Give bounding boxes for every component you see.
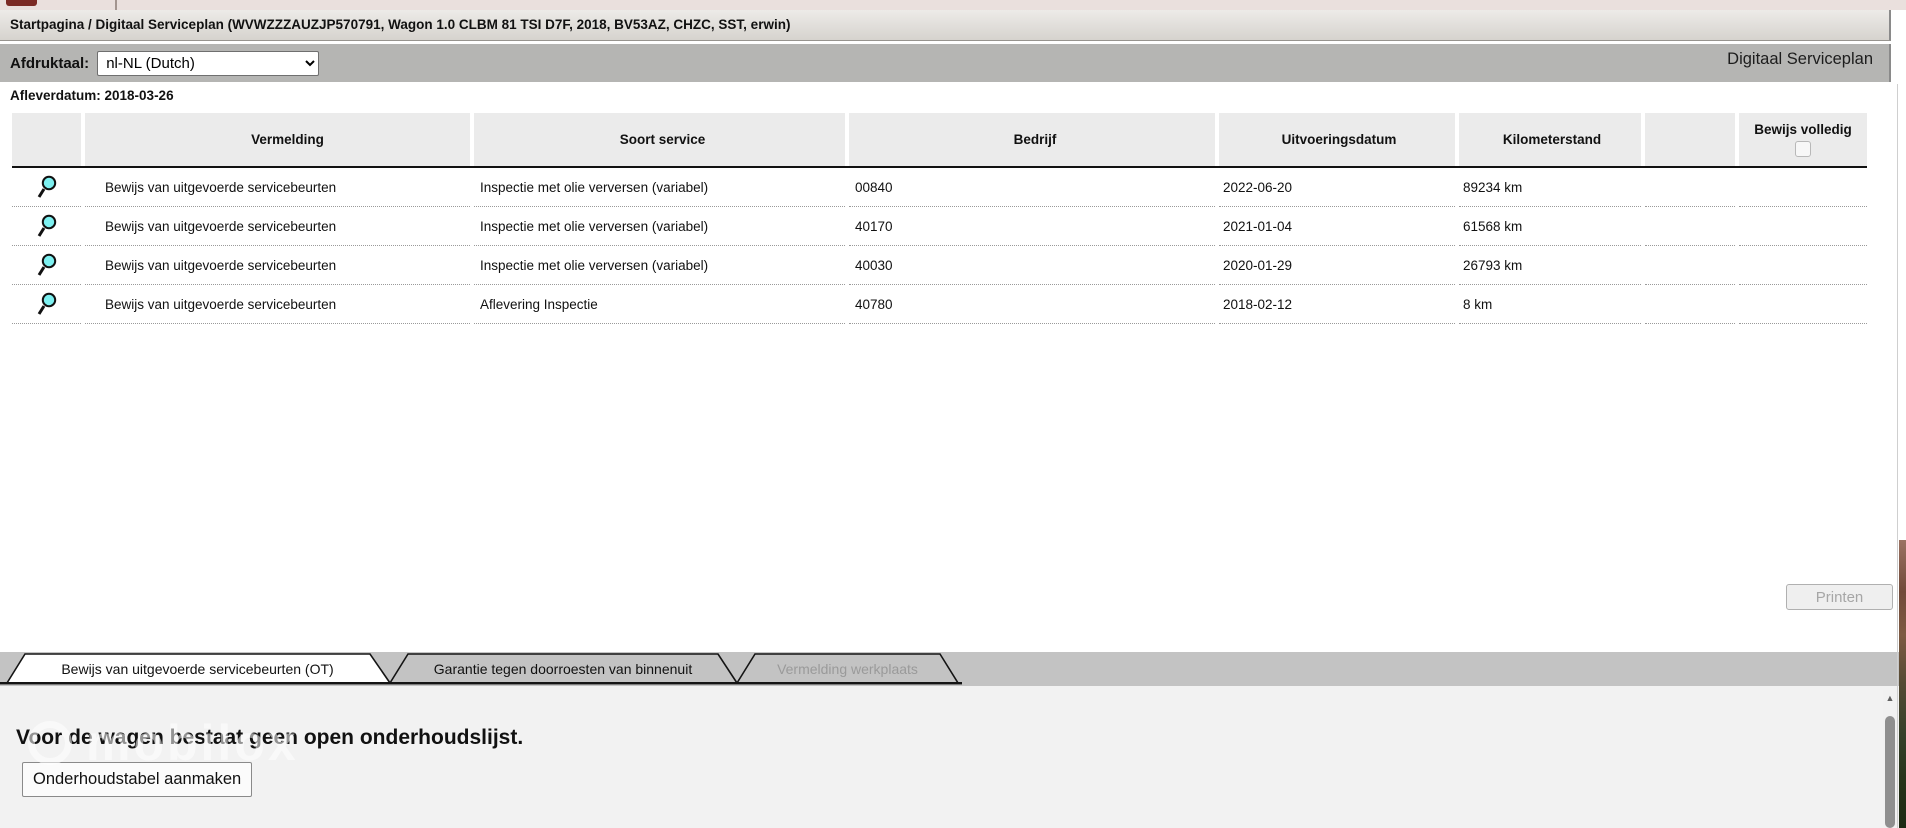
header-vermelding: Vermelding: [85, 113, 470, 166]
browser-strip-divider: [115, 0, 117, 10]
cell-empty: [1645, 168, 1735, 207]
header-bewijs-volledig: Bewijs volledig: [1739, 113, 1867, 166]
triangle-up-icon[interactable]: ▲: [1883, 690, 1897, 706]
cell-datum: 2022-06-20: [1219, 168, 1455, 207]
cell-empty: [1739, 285, 1867, 324]
panel-scrollbar[interactable]: ▲: [1883, 690, 1897, 828]
header-bedrijf: Bedrijf: [849, 113, 1215, 166]
cell-bedrijf: 40170: [849, 207, 1215, 246]
row-icon-cell: [12, 285, 81, 324]
cell-datum: 2021-01-04: [1219, 207, 1455, 246]
cell-empty: [1645, 246, 1735, 285]
language-select[interactable]: nl-NL (Dutch): [97, 51, 319, 76]
bottom-tab-bar: Bewijs van uitgevoerde servicebeurten (O…: [0, 652, 1899, 686]
row-icon-cell: [12, 168, 81, 207]
cell-km: 8 km: [1459, 285, 1641, 324]
browser-top-strip: [0, 0, 1906, 10]
create-maintenance-table-button[interactable]: Onderhoudstabel aanmaken: [22, 762, 252, 797]
background-photo-sliver: [1899, 540, 1906, 828]
cell-vermelding: Bewijs van uitgevoerde servicebeurten: [85, 168, 470, 207]
row-icon-cell: [12, 207, 81, 246]
browser-tab-fragment: [6, 0, 37, 6]
table-body: Bewijs van uitgevoerde servicebeurtenIns…: [12, 168, 1867, 324]
header-uitvoeringsdatum: Uitvoeringsdatum: [1219, 113, 1455, 166]
magnifier-icon[interactable]: [37, 291, 57, 317]
cell-km: 61568 km: [1459, 207, 1641, 246]
bewijs-volledig-label: Bewijs volledig: [1754, 122, 1852, 137]
row-icon-cell: [12, 246, 81, 285]
cell-vermelding: Bewijs van uitgevoerde servicebeurten: [85, 246, 470, 285]
header-soort-service: Soort service: [474, 113, 845, 166]
no-open-list-message: Voor de wagen bestaat geen open onderhou…: [16, 726, 523, 750]
cell-km: 26793 km: [1459, 246, 1641, 285]
page-right-edge: [1897, 84, 1898, 828]
cell-empty: [1739, 207, 1867, 246]
cell-bedrijf: 40030: [849, 246, 1215, 285]
cell-soort: Inspectie met olie verversen (variabel): [474, 168, 845, 207]
magnifier-icon[interactable]: [37, 174, 57, 200]
onderhoud-panel: mobilox Voor de wagen bestaat geen open …: [0, 686, 1899, 828]
header-kilometerstand: Kilometerstand: [1459, 113, 1641, 166]
table-row: Bewijs van uitgevoerde servicebeurtenIns…: [12, 168, 1867, 207]
cell-bedrijf: 00840: [849, 168, 1215, 207]
delivery-date: Afleverdatum: 2018-03-26: [10, 88, 174, 103]
cell-bedrijf: 40780: [849, 285, 1215, 324]
tab-garantie-doorroesten[interactable]: Garantie tegen doorroesten van binnenuit: [408, 659, 718, 679]
breadcrumb[interactable]: Startpagina / Digitaal Serviceplan (WVWZ…: [0, 10, 1891, 41]
magnifier-icon[interactable]: [37, 252, 57, 278]
bewijs-volledig-checkbox[interactable]: [1795, 141, 1811, 157]
cell-empty: [1739, 246, 1867, 285]
header-icon-col: [12, 113, 81, 166]
cell-vermelding: Bewijs van uitgevoerde servicebeurten: [85, 285, 470, 324]
digitaal-serviceplan-page: Startpagina / Digitaal Serviceplan (WVWZ…: [0, 0, 1906, 828]
table-header-row: Vermelding Soort service Bedrijf Uitvoer…: [12, 113, 1867, 168]
cell-datum: 2018-02-12: [1219, 285, 1455, 324]
cell-empty: [1739, 168, 1867, 207]
print-button[interactable]: Printen: [1786, 584, 1893, 610]
table-row: Bewijs van uitgevoerde servicebeurtenAfl…: [12, 285, 1867, 324]
header-spacer-col: [1645, 113, 1735, 166]
page-title: Digitaal Serviceplan: [1727, 50, 1873, 69]
cell-empty: [1645, 207, 1735, 246]
cell-km: 89234 km: [1459, 168, 1641, 207]
cell-soort: Aflevering Inspectie: [474, 285, 845, 324]
service-history-table: Vermelding Soort service Bedrijf Uitvoer…: [12, 113, 1867, 324]
table-row: Bewijs van uitgevoerde servicebeurtenIns…: [12, 207, 1867, 246]
cell-empty: [1645, 285, 1735, 324]
scrollbar-thumb[interactable]: [1885, 716, 1895, 828]
language-label: Afdruktaal:: [10, 55, 89, 72]
cell-soort: Inspectie met olie verversen (variabel): [474, 246, 845, 285]
language-toolbar: Afdruktaal: nl-NL (Dutch) Digitaal Servi…: [0, 44, 1891, 82]
magnifier-icon[interactable]: [37, 213, 57, 239]
cell-vermelding: Bewijs van uitgevoerde servicebeurten: [85, 207, 470, 246]
cell-datum: 2020-01-29: [1219, 246, 1455, 285]
tab-bewijs-servicebeurten[interactable]: Bewijs van uitgevoerde servicebeurten (O…: [25, 659, 370, 679]
table-row: Bewijs van uitgevoerde servicebeurtenIns…: [12, 246, 1867, 285]
cell-soort: Inspectie met olie verversen (variabel): [474, 207, 845, 246]
tab-vermelding-werkplaats: Vermelding werkplaats: [755, 659, 940, 679]
